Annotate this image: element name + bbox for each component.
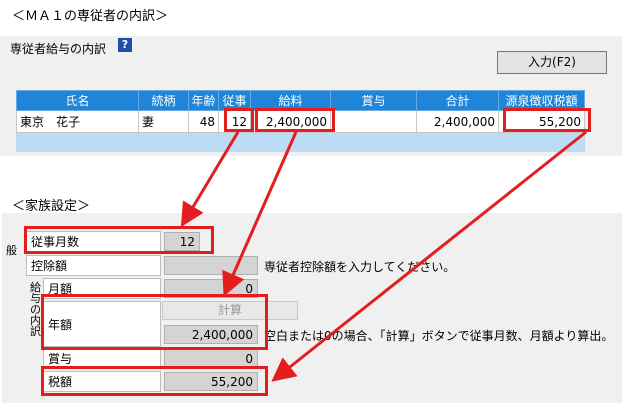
arrow-months [180,131,240,228]
annotation-arrows [180,130,587,382]
arrow-salary [222,131,298,297]
arrow-tax [271,130,587,382]
